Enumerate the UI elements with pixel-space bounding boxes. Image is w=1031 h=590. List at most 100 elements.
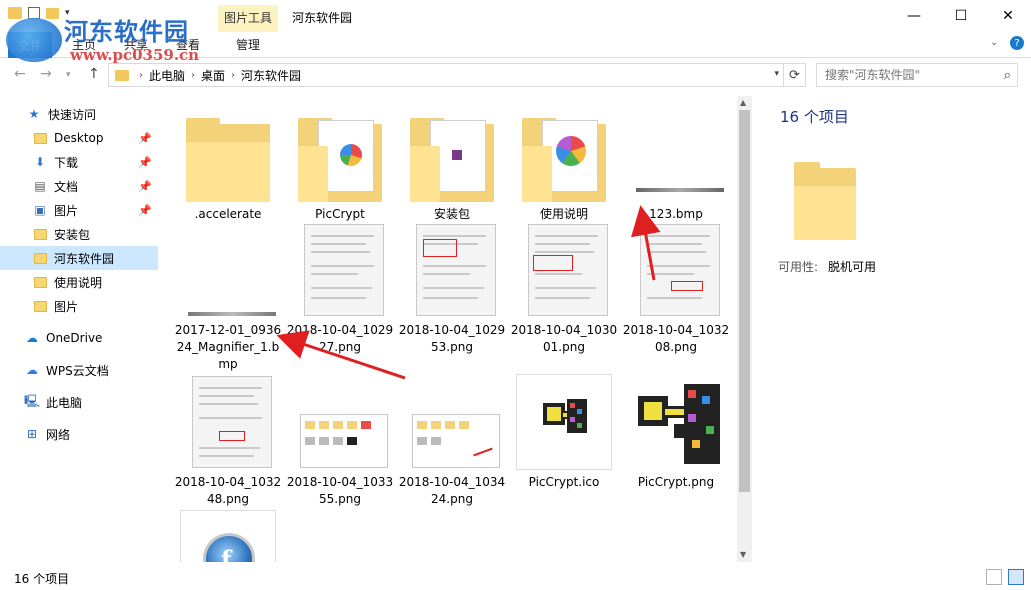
folder-icon [516,106,612,202]
search-icon: ⌕ [1003,68,1011,83]
file-tile[interactable]: PicCrypt.ico [508,374,620,491]
file-tile[interactable]: 2018-10-04_103208.png [620,222,732,356]
sidebar-item-documents[interactable]: ▤ 文档 📌 [0,174,158,198]
sidebar-item-install[interactable]: 安装包 [0,222,158,246]
image-thumbnail [180,374,276,470]
folder-icon [32,275,48,289]
file-tile[interactable]: 2018-10-04_102927.png [284,222,396,356]
file-name: 2017-12-01_093624_Magnifier_1.bmp [174,323,282,371]
sidebar-item-desktop[interactable]: Desktop 📌 [0,126,158,150]
help-icon[interactable]: ? [1010,36,1024,50]
sidebar-item-onedrive[interactable]: ☁ OneDrive [0,326,158,350]
file-name: 2018-10-04_103355.png [286,475,394,506]
breadcrumb-this-pc[interactable]: 此电脑 [149,67,185,84]
file-name: 2018-10-04_102953.png [398,323,506,354]
recent-locations-icon[interactable]: ▾ [66,70,71,80]
file-list-view[interactable]: .accelerate PicCrypt 安装包 使用说明 123.bmp 20… [168,96,736,562]
file-tile[interactable]: 2017-12-01_093624_Magnifier_1.bmp [172,222,284,373]
search-input[interactable] [825,68,985,82]
file-tile[interactable]: 123.bmp [620,106,732,223]
chevron-right-icon[interactable]: › [191,70,195,81]
chevron-right-icon[interactable]: › [231,70,235,81]
chevron-down-icon[interactable]: ▾ [774,69,779,79]
scrollbar-thumb[interactable] [739,110,750,492]
sidebar-item-network[interactable]: ⊞ 网络 [0,422,158,446]
file-tile[interactable]: 2018-10-04_103424.png [396,374,508,508]
sidebar-item-label: 安装包 [54,227,91,242]
app-icon: f [180,510,276,562]
file-name: PicCrypt [315,207,365,221]
file-tile[interactable]: 2018-10-04_102953.png [396,222,508,356]
pin-icon[interactable]: 📌 [138,180,152,193]
availability-value: 脱机可用 [828,260,877,274]
details-view-button[interactable] [986,569,1002,585]
sidebar-item-label: WPS云文档 [46,363,109,378]
image-thumbnail [628,374,724,470]
status-item-count: 16 个项目 [14,572,70,586]
sidebar-item-downloads[interactable]: ⬇ 下载 📌 [0,150,158,174]
image-thumbnail [292,374,388,470]
pin-icon[interactable]: 📌 [138,156,152,169]
image-thumbnail [516,374,612,470]
refresh-button[interactable]: ⟳ [784,63,806,87]
sidebar-item-wps-cloud[interactable]: ☁ WPS云文档 [0,358,158,382]
status-bar: 16 个项目 [0,566,1031,590]
file-tile[interactable]: .accelerate [172,106,284,223]
file-tile[interactable]: 2018-10-04_103355.png [284,374,396,508]
folder-icon[interactable] [8,7,22,19]
breadcrumb-current[interactable]: 河东软件园 [241,67,301,84]
maximize-button[interactable]: ☐ [938,0,984,32]
folder-icon [180,106,276,202]
file-tile[interactable]: f [172,510,284,562]
chevron-right-icon[interactable]: › [139,70,143,81]
up-arrow-icon[interactable]: ↑ [88,66,100,82]
back-arrow-icon[interactable]: ← [14,66,26,82]
cloud-icon: ☁ [26,331,38,345]
file-name: 2018-10-04_103248.png [174,475,282,506]
large-icons-view-button[interactable] [1008,569,1024,585]
scroll-up-arrow-icon[interactable]: ▲ [740,98,746,107]
sidebar-item-pictures[interactable]: ▣ 图片 📌 [0,198,158,222]
sidebar-item-quick-access[interactable]: ★ 快速访问 [0,102,158,126]
sidebar-item-label: 快速访问 [48,107,97,122]
breadcrumb-desktop[interactable]: 桌面 [201,67,225,84]
image-thumbnail [628,222,724,318]
file-tile[interactable]: 2018-10-04_103001.png [508,222,620,356]
image-thumbnail [516,222,612,318]
close-button[interactable]: ✕ [985,0,1031,32]
file-tile[interactable]: PicCrypt [284,106,396,223]
vertical-scrollbar[interactable]: ▲ ▼ [737,96,752,562]
folder-icon [404,106,500,202]
sidebar-item-pictures-folder[interactable]: 图片 [0,294,158,318]
tab-manage[interactable]: 管理 [236,36,260,53]
file-tile[interactable]: 2018-10-04_103248.png [172,374,284,508]
sidebar-item-label: OneDrive [46,331,103,345]
search-box[interactable]: ⌕ [816,63,1018,87]
file-name: 123.bmp [649,207,703,221]
pin-icon[interactable]: 📌 [138,204,152,217]
context-tab-group-label: 图片工具 [224,11,273,25]
file-name: 2018-10-04_103208.png [622,323,730,354]
file-tile[interactable]: 使用说明 [508,106,620,223]
image-thumbnail [628,106,724,202]
pictures-icon: ▣ [34,203,46,217]
file-name: PicCrypt.ico [528,475,600,489]
scroll-down-arrow-icon[interactable]: ▼ [740,550,746,559]
chevron-down-icon[interactable]: ⌄ [990,37,998,48]
sidebar-item-current-folder[interactable]: 河东软件园 [0,246,158,270]
sidebar-item-label: 使用说明 [54,275,103,290]
minimize-button[interactable]: — [891,0,937,32]
sidebar-item-manual[interactable]: 使用说明 [0,270,158,294]
forward-arrow-icon[interactable]: → [40,66,52,82]
folder-icon [32,251,48,265]
pin-icon[interactable]: 📌 [138,132,152,145]
availability-label: 可用性: [778,260,819,274]
sidebar-item-this-pc[interactable]: 🖳 此电脑 [0,390,158,414]
file-tile[interactable]: 安装包 [396,106,508,223]
file-name: PicCrypt.png [637,475,715,489]
folder-icon [32,227,48,241]
sidebar-item-label: Desktop [54,131,104,145]
new-folder-icon[interactable] [46,7,59,19]
address-bar[interactable]: › 此电脑 › 桌面 › 河东软件园 ▾ [108,63,784,87]
file-tile[interactable]: PicCrypt.png [620,374,732,491]
